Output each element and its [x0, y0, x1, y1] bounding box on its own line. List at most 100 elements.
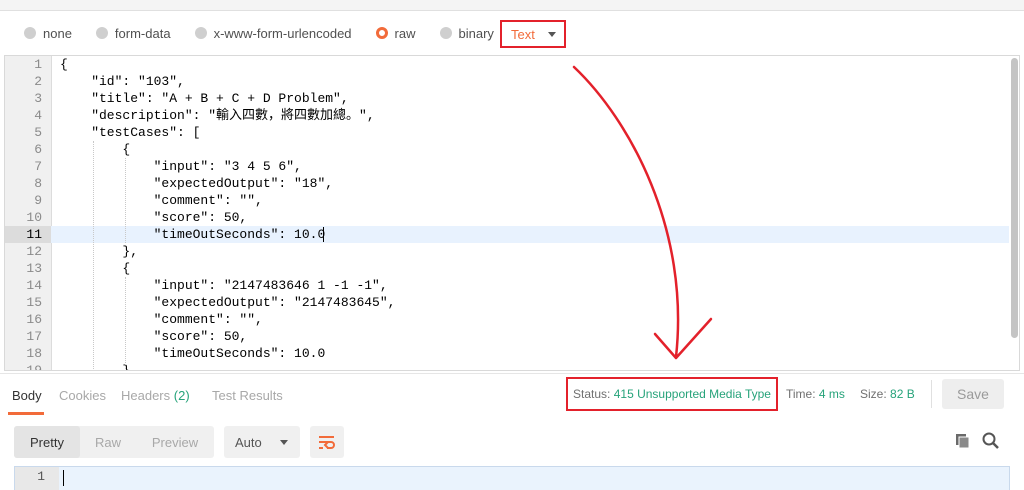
code-line: 18 "timeOutSeconds": 10.0 [5, 345, 1009, 362]
radio-selected-icon [375, 27, 388, 39]
indent-guide [125, 158, 126, 243]
indent-guide [125, 277, 126, 370]
time-value: 4 ms [818, 387, 845, 401]
code-text: "score": 50, [60, 329, 248, 344]
code-text: "input": "2147483646 1 -1 -1", [60, 278, 388, 293]
radio-label: x-www-form-urlencoded [213, 25, 352, 41]
tab-test-results[interactable]: Test Results [212, 388, 283, 403]
view-preview-button[interactable]: Preview [136, 426, 214, 458]
code-line: 3 "title": "A + B + C + D Problem", [5, 90, 1009, 107]
response-status: Status: 415 Unsupported Media Type [566, 377, 778, 411]
chevron-down-icon [280, 440, 288, 445]
chevron-down-icon [548, 32, 556, 37]
radio-dot-icon [24, 27, 36, 39]
radio-dot-icon [95, 27, 108, 39]
line-number: 19 [26, 363, 42, 371]
view-mode-toggle: Pretty Raw Preview [14, 426, 214, 458]
request-body-editor[interactable]: 1{2 "id": "103", 3 "title": "A + B + C + … [4, 55, 1020, 371]
line-number: 11 [5, 226, 51, 243]
response-active-line [59, 467, 1009, 490]
line-number: 9 [34, 193, 42, 208]
line-number: 4 [34, 108, 42, 123]
radio-x-www-form-urlencoded[interactable]: x-www-form-urlencoded [194, 25, 352, 41]
line-number: 14 [26, 278, 42, 293]
top-toolbar-strip [0, 0, 1024, 11]
line-number: 2 [34, 74, 42, 89]
tab-cookies[interactable]: Cookies [59, 388, 106, 403]
time-label: Time: [786, 387, 816, 401]
response-size: Size: 82 B [860, 387, 915, 401]
line-number: 7 [34, 159, 42, 174]
tab-headers-label: Headers [121, 388, 171, 403]
active-tab-underline [8, 412, 44, 415]
line-number: 18 [26, 346, 42, 361]
code-line: 17 "score": 50, [5, 328, 1009, 345]
line-number: 16 [26, 312, 42, 327]
code-line: 6 { [5, 141, 1009, 158]
code-line: 12 }, [5, 243, 1009, 260]
radio-label: raw [394, 25, 416, 41]
line-number: 8 [34, 176, 42, 191]
headers-count-badge: (2) [173, 388, 190, 403]
radio-dot-icon [439, 27, 452, 39]
wrap-lines-button[interactable] [310, 426, 344, 458]
radio-label: form-data [114, 25, 171, 41]
code-text: }, [60, 244, 139, 259]
view-pretty-button[interactable]: Pretty [14, 426, 80, 458]
code-text: "testCases": [ [60, 125, 201, 140]
code-text: "timeOutSeconds": 10.0 [60, 346, 326, 361]
text-cursor [63, 470, 64, 486]
line-number: 3 [34, 91, 42, 106]
code-text: { [60, 142, 131, 157]
code-line: 9 "comment": "", [5, 192, 1009, 209]
response-time: Time: 4 ms [786, 387, 845, 401]
save-response-button[interactable]: Save [942, 379, 1004, 409]
line-number: 5 [34, 125, 42, 140]
code-text: "score": 50, [60, 210, 248, 225]
radio-binary[interactable]: binary [439, 26, 494, 41]
code-line: 16 "comment": "", [5, 311, 1009, 328]
code-line: 11 "timeOutSeconds": 10.0 [5, 226, 1009, 243]
code-line: 4 "description": "輸入四數，將四數加總。", [5, 107, 1009, 124]
line-number: 10 [26, 210, 42, 225]
code-text: "description": "輸入四數，將四數加總。", [60, 108, 375, 123]
text-cursor [323, 227, 324, 242]
language-select[interactable]: Auto [224, 426, 300, 458]
divider [931, 380, 932, 408]
editor-scrollbar[interactable] [1011, 58, 1018, 338]
tab-body[interactable]: Body [12, 388, 42, 403]
code-line: 13 { [5, 260, 1009, 277]
code-text: { [60, 261, 131, 276]
content-type-dropdown[interactable]: Text [500, 20, 566, 48]
line-number: 12 [26, 244, 42, 259]
response-line-number: 1 [37, 469, 45, 484]
response-body-viewer[interactable]: 1 [14, 466, 1010, 490]
radio-none[interactable]: none [24, 26, 72, 41]
code-line: 8 "expectedOutput": "18", [5, 175, 1009, 192]
wrap-icon [319, 436, 335, 449]
code-text: "title": "A + B + C + D Problem", [60, 91, 349, 106]
size-value: 82 B [890, 387, 915, 401]
line-number: 15 [26, 295, 42, 310]
code-line: 7 "input": "3 4 5 6", [5, 158, 1009, 175]
copy-icon[interactable] [955, 433, 971, 452]
line-number: 17 [26, 329, 42, 344]
radio-dot-icon [194, 27, 207, 39]
code-text: "expectedOutput": "2147483645", [60, 295, 396, 310]
status-value: 415 Unsupported Media Type [613, 387, 771, 401]
code-text: "expectedOutput": "18", [60, 176, 334, 191]
radio-form-data[interactable]: form-data [95, 25, 171, 41]
language-value: Auto [235, 434, 262, 450]
line-number: 6 [34, 142, 42, 157]
radio-raw[interactable]: raw [375, 25, 416, 41]
indent-guide [93, 141, 94, 370]
code-text: "input": "3 4 5 6", [60, 159, 302, 174]
tab-headers[interactable]: Headers (2) [121, 388, 190, 403]
size-label: Size: [860, 387, 887, 401]
code-text: "comment": "", [60, 193, 263, 208]
search-icon[interactable] [982, 432, 1000, 453]
code-line: 10 "score": 50, [5, 209, 1009, 226]
view-raw-button[interactable]: Raw [80, 426, 136, 458]
code-line: 15 "expectedOutput": "2147483645", [5, 294, 1009, 311]
code-line: 1{ [5, 56, 1009, 73]
